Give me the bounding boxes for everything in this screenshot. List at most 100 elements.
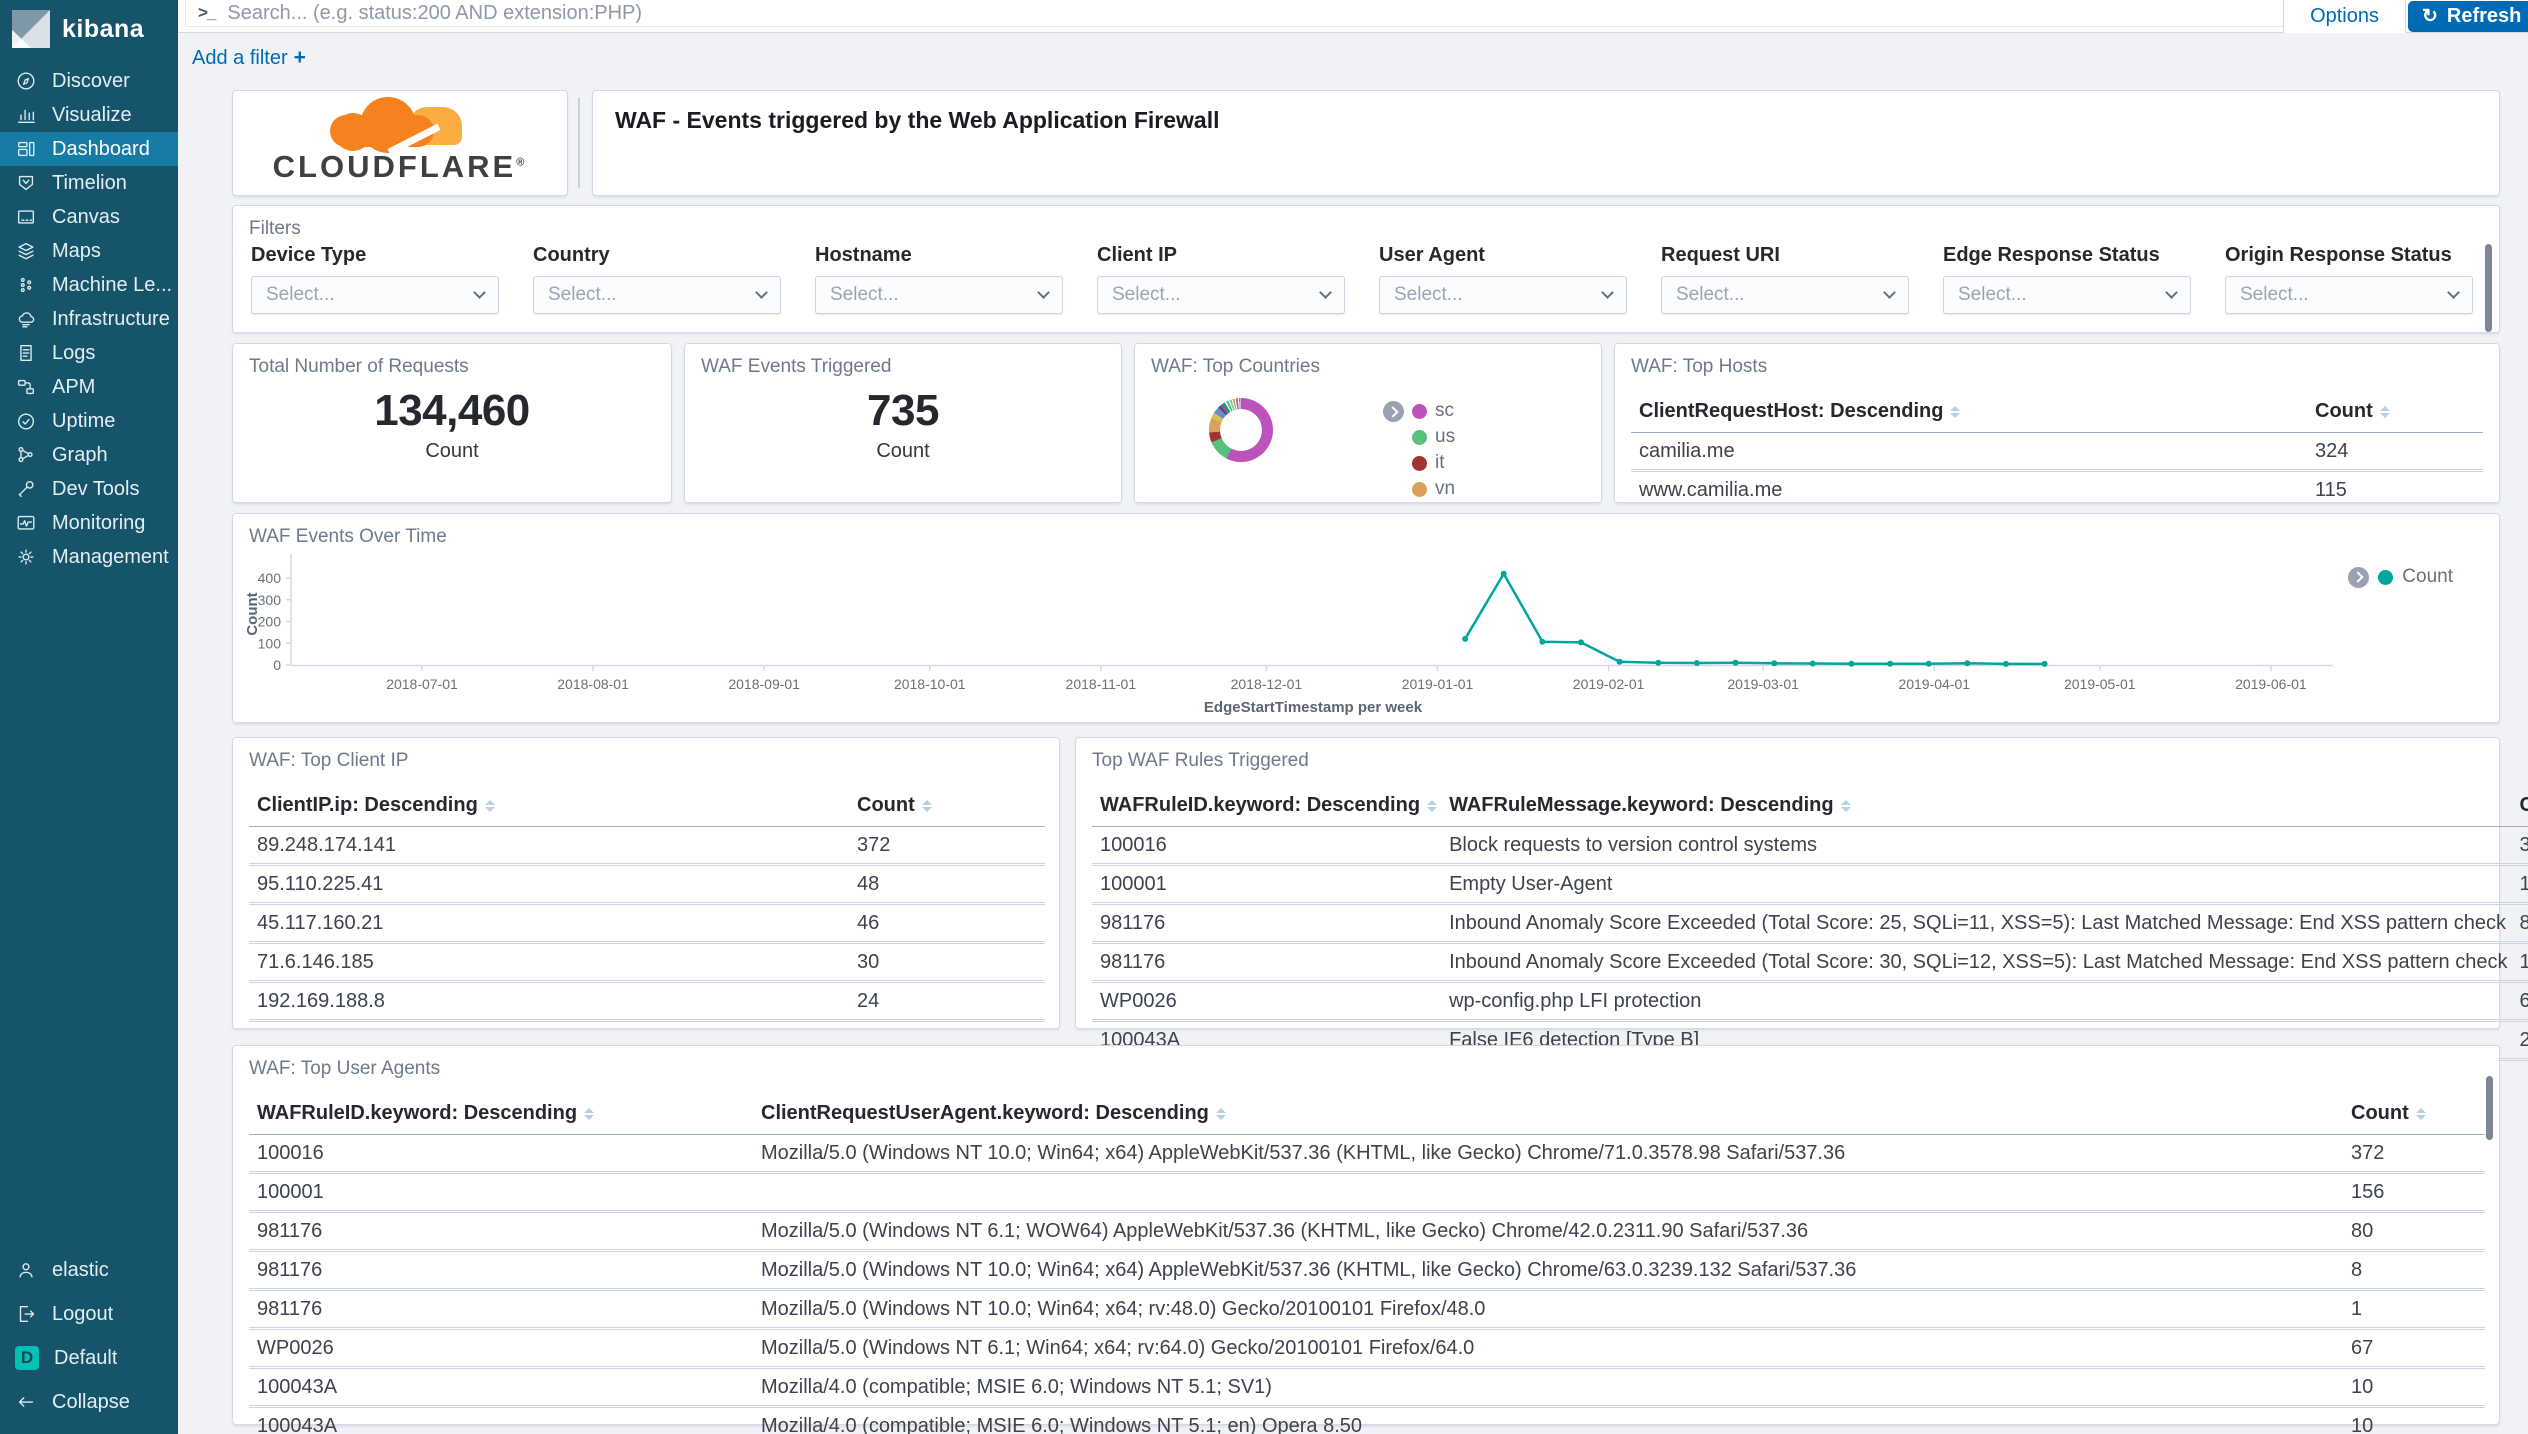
kibana-logo-icon: [12, 10, 50, 48]
sidebar-item-machine-le[interactable]: Machine Le...: [0, 268, 178, 302]
filter-group-user-agent: User Agent Select...: [1379, 244, 1661, 314]
legend-item-us[interactable]: us: [1412, 424, 1455, 450]
filter-group-origin-response-status: Origin Response Status Select...: [2225, 244, 2507, 314]
countries-donut-chart[interactable]: [1209, 398, 1273, 462]
panel-title: WAF: Top Client IP: [249, 750, 408, 772]
refresh-button[interactable]: ↻ Refresh: [2408, 1, 2528, 32]
bar-chart-icon: [15, 104, 37, 126]
sidebar-item-infrastructure[interactable]: Infrastructure: [0, 302, 178, 336]
column-header-count[interactable]: Count: [2307, 394, 2483, 433]
table-cell: 981176: [249, 1212, 753, 1251]
sidebar-item-canvas[interactable]: Canvas: [0, 200, 178, 234]
table-cell: 115: [2307, 471, 2483, 504]
sidebar-item-logout[interactable]: Logout: [0, 1292, 178, 1336]
scrollbar-thumb[interactable]: [2485, 244, 2492, 332]
sidebar-item-dashboard[interactable]: Dashboard: [0, 132, 178, 166]
panel-title: WAF: Top Countries: [1151, 356, 1320, 378]
sidebar-item-elastic[interactable]: elastic: [0, 1248, 178, 1292]
sidebar-item-default[interactable]: D Default: [0, 1336, 178, 1380]
sort-icon: [1950, 406, 1960, 418]
kibana-logo-text: kibana: [62, 15, 144, 44]
monitoring-icon: [15, 512, 37, 534]
filter-select-request-uri[interactable]: Select...: [1661, 276, 1909, 314]
table-cell: 100016: [1092, 827, 1441, 865]
filter-label: Origin Response Status: [2225, 244, 2507, 267]
svg-text:100: 100: [258, 635, 282, 651]
column-header-wafrulemessage-keyword-descending[interactable]: WAFRuleMessage.keyword: Descending: [1441, 788, 2511, 827]
filter-select-device-type[interactable]: Select...: [251, 276, 499, 314]
legend-expand-icon[interactable]: [1383, 401, 1404, 422]
table-cell: Mozilla/4.0 (compatible; MSIE 6.0; Windo…: [753, 1407, 2343, 1434]
table-cell: 20: [2511, 1021, 2528, 1060]
filter-select-client-ip[interactable]: Select...: [1097, 276, 1345, 314]
options-button[interactable]: Options: [2283, 0, 2406, 33]
top-bar: >_ Search... (e.g. status:200 AND extens…: [178, 0, 2528, 33]
column-header-count[interactable]: Count: [2511, 788, 2528, 827]
table-cell: www.camilia.me: [1631, 471, 2307, 504]
column-header-clientrequestuseragent-keyword-descending[interactable]: ClientRequestUserAgent.keyword: Descendi…: [753, 1096, 2343, 1135]
chevron-down-icon: [473, 286, 486, 299]
svg-text:2019-03-01: 2019-03-01: [1727, 676, 1799, 692]
table-cell: 100043A: [249, 1368, 753, 1407]
filter-select-hostname[interactable]: Select...: [815, 276, 1063, 314]
column-header-wafruleid-keyword-descending[interactable]: WAFRuleID.keyword: Descending: [249, 1096, 753, 1135]
panel-top-user-agents: WAF: Top User Agents WAFRuleID.keyword: …: [232, 1045, 2500, 1425]
table-cell: 100001: [249, 1173, 753, 1212]
legend-item-vn[interactable]: vn: [1412, 476, 1455, 502]
column-header-clientip-ip-descending[interactable]: ClientIP.ip: Descending: [249, 788, 849, 827]
column-header-clientrequesthost-descending[interactable]: ClientRequestHost: Descending: [1631, 394, 2307, 433]
sidebar: kibana Discover Visualize Dashboard Time…: [0, 0, 178, 1434]
table-cell: wp-config.php LFI protection: [1441, 982, 2511, 1021]
sidebar-item-label: Default: [54, 1347, 117, 1370]
filter-select-edge-response-status[interactable]: Select...: [1943, 276, 2191, 314]
svg-text:2018-12-01: 2018-12-01: [1231, 676, 1303, 692]
search-input[interactable]: >_ Search... (e.g. status:200 AND extens…: [185, 0, 2481, 27]
panel-cloudflare-logo: CLOUDFLARE®: [232, 90, 568, 196]
sidebar-item-label: Uptime: [52, 410, 115, 433]
column-header-wafruleid-keyword-descending[interactable]: WAFRuleID.keyword: Descending: [1092, 788, 1441, 827]
sort-icon: [1841, 800, 1851, 812]
table-cell: 48: [849, 865, 1045, 904]
svg-text:2019-05-01: 2019-05-01: [2064, 676, 2136, 692]
table-cell: Mozilla/5.0 (Windows NT 10.0; Win64; x64…: [753, 1251, 2343, 1290]
table-cell: 100016: [249, 1135, 753, 1173]
sidebar-item-logs[interactable]: Logs: [0, 336, 178, 370]
table-cell: 30: [849, 943, 1045, 982]
refresh-icon: ↻: [2422, 5, 2438, 28]
logs-icon: [15, 342, 37, 364]
column-header-count[interactable]: Count: [2343, 1096, 2485, 1135]
canvas-icon: [15, 206, 37, 228]
add-filter-link[interactable]: Add a filter+: [192, 46, 306, 70]
sidebar-item-uptime[interactable]: Uptime: [0, 404, 178, 438]
filter-select-user-agent[interactable]: Select...: [1379, 276, 1627, 314]
sort-icon: [2380, 406, 2390, 418]
sidebar-item-discover[interactable]: Discover: [0, 64, 178, 98]
sidebar-item-label: Visualize: [52, 104, 132, 127]
sidebar-item-timelion[interactable]: Timelion: [0, 166, 178, 200]
kibana-logo[interactable]: kibana: [0, 0, 178, 58]
column-header-count[interactable]: Count: [849, 788, 1045, 827]
sidebar-item-management[interactable]: Management: [0, 540, 178, 574]
sidebar-item-graph[interactable]: Graph: [0, 438, 178, 472]
panel-title: Total Number of Requests: [249, 356, 469, 378]
sidebar-item-visualize[interactable]: Visualize: [0, 98, 178, 132]
waf-rules-table: WAFRuleID.keyword: DescendingWAFRuleMess…: [1092, 788, 2528, 1061]
sidebar-item-apm[interactable]: APM: [0, 370, 178, 404]
legend-item-it[interactable]: it: [1412, 450, 1455, 476]
table-cell: Inbound Anomaly Score Exceeded (Total Sc…: [1441, 943, 2511, 982]
select-placeholder: Select...: [266, 284, 335, 306]
table-row: 981176Mozilla/5.0 (Windows NT 10.0; Win6…: [249, 1251, 2485, 1290]
table-cell: WP0026: [249, 1329, 753, 1368]
sidebar-item-dev-tools[interactable]: Dev Tools: [0, 472, 178, 506]
sidebar-item-maps[interactable]: Maps: [0, 234, 178, 268]
legend-item-sc[interactable]: sc: [1412, 398, 1455, 424]
sidebar-item-monitoring[interactable]: Monitoring: [0, 506, 178, 540]
scrollbar-thumb[interactable]: [2486, 1076, 2493, 1140]
filter-select-origin-response-status[interactable]: Select...: [2225, 276, 2473, 314]
filter-select-country[interactable]: Select...: [533, 276, 781, 314]
sidebar-item-collapse[interactable]: Collapse: [0, 1380, 178, 1424]
metric-label: Count: [233, 440, 671, 463]
panel-title: WAF: Top User Agents: [249, 1058, 440, 1080]
panel-top-client-ip: WAF: Top Client IP ClientIP.ip: Descendi…: [232, 737, 1060, 1029]
chevron-down-icon: [2165, 286, 2178, 299]
